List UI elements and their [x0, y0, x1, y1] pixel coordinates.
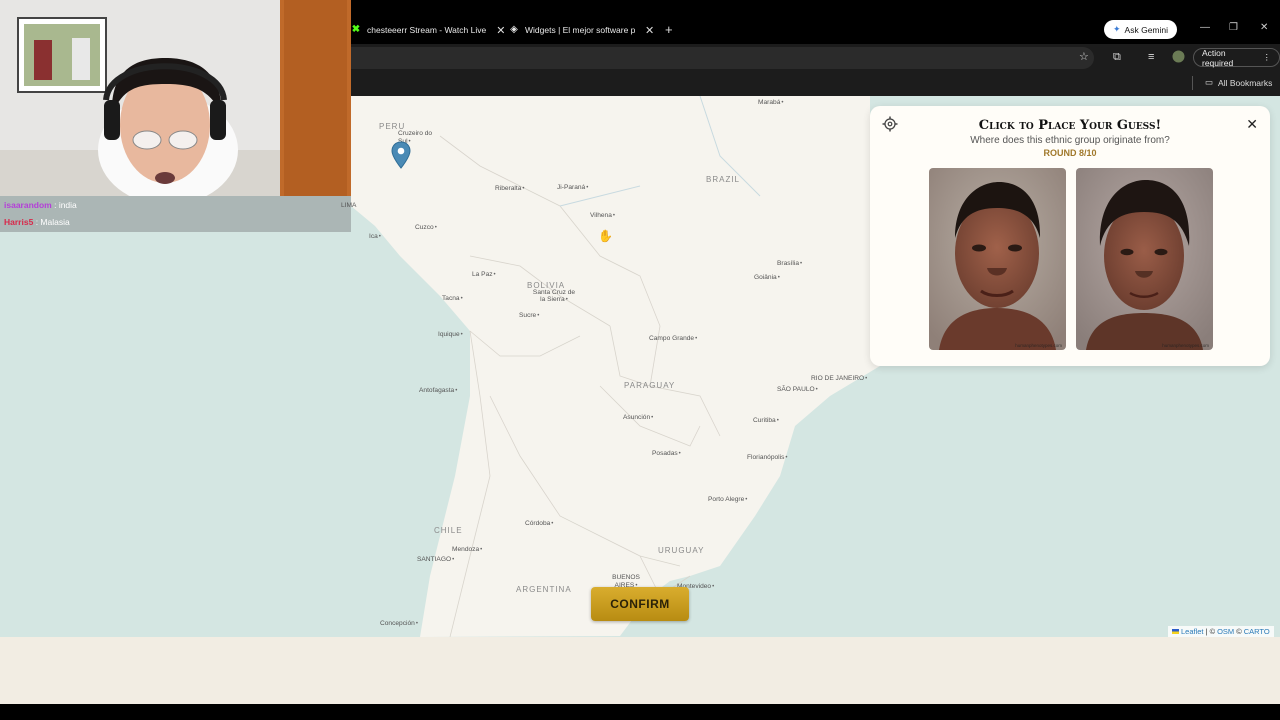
leaflet-link[interactable]: Leaflet: [1181, 627, 1204, 636]
ukraine-flag-icon: [1172, 629, 1179, 634]
bookmark-star-icon[interactable]: ☆: [1079, 51, 1089, 63]
ask-gemini-button[interactable]: ✦ Ask Gemini: [1104, 20, 1178, 39]
city-label: Antofagasta: [419, 387, 457, 394]
city-label: Ji-Paraná: [557, 184, 588, 191]
city-label: Santa Cruz de la Sierra: [531, 289, 577, 304]
more-vert-icon: ⋮: [1262, 52, 1272, 62]
restore-icon[interactable]: ❐: [1229, 22, 1238, 33]
country-label: BRAZIL: [706, 175, 741, 184]
chat-text: : Malasia: [35, 217, 70, 227]
map-attribution: Leaflet | © OSM © CARTO: [1168, 626, 1274, 637]
map-pin-icon[interactable]: [391, 141, 411, 169]
tab-kick-stream[interactable]: ✖ chesteeerr Stream - Watch Live ✕: [351, 18, 506, 42]
city-label: Iquique: [438, 331, 463, 338]
confirm-button[interactable]: CONFIRM: [591, 587, 689, 621]
city-label: Ica: [369, 233, 381, 240]
folder-icon: ▭: [1205, 77, 1214, 87]
city-label: Concepción: [380, 620, 418, 627]
bookmarks-divider: [1192, 76, 1193, 90]
city-label: Asunción: [623, 414, 653, 421]
chat-username: Harris5: [4, 217, 34, 227]
bookmarks-bar: [351, 72, 1280, 96]
chat-message: isaarandom : india: [4, 200, 77, 210]
osm-link[interactable]: OSM: [1217, 627, 1234, 636]
guess-panel: ✕ Click to Place Your Guess! Where does …: [870, 106, 1270, 366]
city-label: Porto Alegre: [708, 496, 747, 503]
city-label: Vilhena: [590, 212, 615, 219]
address-bar[interactable]: [351, 47, 1094, 69]
male-face-image[interactable]: humanphenotypes.com: [929, 168, 1066, 350]
window-close-icon[interactable]: ✕: [1260, 22, 1268, 33]
chat-message: Harris5 : Malasia: [4, 217, 70, 227]
male-face-drawing: [929, 168, 1066, 350]
tab-widgets[interactable]: ◈ Widgets | El mejor software pa ✕: [509, 18, 654, 42]
webcam-feed: [0, 0, 351, 196]
city-label: Florianópolis: [747, 454, 788, 461]
city-label: Posadas: [652, 450, 681, 457]
action-required-label: Action required: [1202, 47, 1234, 68]
attribution-sep: | ©: [1205, 627, 1216, 636]
close-tab-icon[interactable]: ✕: [645, 24, 654, 37]
country-label: ARGENTINA: [516, 585, 572, 594]
watermark: humanphenotypes.com: [1015, 343, 1062, 348]
minimize-icon[interactable]: —: [1200, 22, 1210, 33]
all-bookmarks-button[interactable]: ▭ All Bookmarks: [1205, 77, 1272, 88]
city-label: RIO DE JANEIRO: [811, 375, 867, 382]
city-label: Campo Grande: [649, 335, 697, 342]
close-tab-icon[interactable]: ✕: [496, 24, 505, 37]
city-label: Tacna: [442, 295, 463, 302]
confirm-label: CONFIRM: [610, 597, 670, 611]
city-label: Mendoza: [452, 546, 482, 553]
extensions-icon[interactable]: ⧉: [1113, 51, 1121, 63]
chat-username: isaarandom: [4, 200, 52, 210]
female-face-drawing: [1076, 168, 1213, 350]
carto-link[interactable]: CARTO: [1244, 627, 1270, 636]
new-tab-icon[interactable]: +: [665, 22, 673, 37]
city-label: Riberalta: [495, 185, 525, 192]
country-label: CHILE: [434, 526, 463, 535]
city-label: Córdoba: [525, 520, 553, 527]
action-required-button[interactable]: Action required ⋮: [1193, 47, 1280, 68]
kick-icon: ✖: [351, 24, 361, 35]
city-label: Brasília: [777, 260, 802, 267]
media-controls-icon[interactable]: ≡: [1148, 51, 1154, 63]
webcam-overlay: [0, 0, 351, 196]
panel-subtitle: Where does this ethnic group originate f…: [970, 135, 1170, 146]
round-indicator: ROUND 8/10: [1043, 148, 1097, 158]
city-label: Sucre: [519, 312, 539, 319]
gemini-spark-icon: ✦: [1113, 24, 1121, 34]
widget-icon: ◈: [510, 24, 518, 35]
city-label: LIMA: [341, 202, 357, 209]
watermark: humanphenotypes.com: [1162, 343, 1209, 348]
attribution-copy: ©: [1236, 627, 1242, 636]
city-label: Marabá: [758, 99, 783, 106]
panel-title: Click to Place Your Guess!: [978, 118, 1162, 133]
chat-text: : india: [54, 200, 77, 210]
tab-label: Widgets | El mejor software pa: [525, 25, 635, 35]
page-footer-area: [0, 637, 1280, 704]
country-label: PARAGUAY: [624, 381, 676, 390]
city-label: Cuzco: [415, 224, 437, 231]
city-label: SÃO PAULO: [777, 386, 818, 393]
profile-avatar-icon[interactable]: [1172, 50, 1185, 66]
city-label: Curitiba: [753, 417, 779, 424]
ask-gemini-label: Ask Gemini: [1124, 24, 1169, 35]
grab-cursor-icon: ✋: [598, 229, 613, 243]
city-label: La Paz: [472, 271, 496, 278]
screen: ✖ chesteeerr Stream - Watch Live ✕ ◈ Wid…: [0, 0, 1280, 720]
all-bookmarks-label: All Bookmarks: [1218, 77, 1273, 88]
city-label: Goiânia: [754, 274, 780, 281]
country-label: URUGUAY: [658, 546, 705, 555]
city-label: SANTIAGO: [417, 556, 454, 563]
bottom-letterbox: [0, 704, 1280, 720]
tab-label: chesteeerr Stream - Watch Live: [367, 25, 487, 35]
female-face-image[interactable]: humanphenotypes.com: [1076, 168, 1213, 350]
